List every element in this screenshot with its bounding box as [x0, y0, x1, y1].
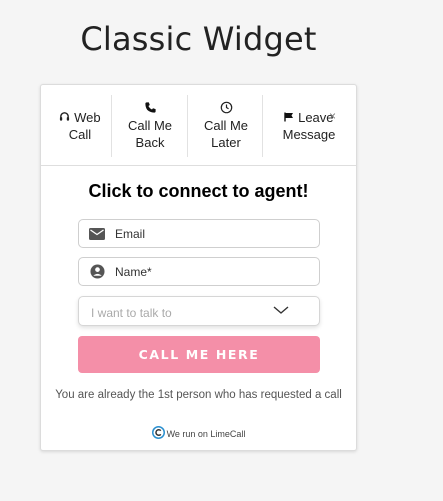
email-field-label: Email: [115, 226, 146, 241]
tab-call-me-later-label-2: Later: [211, 135, 241, 150]
headset-icon: [59, 110, 70, 126]
tab-call-me-back[interactable]: Call Me Back: [114, 95, 186, 157]
topic-select-placeholder: I want to talk to: [91, 306, 172, 320]
tab-call-me-later-label-1: Call Me: [203, 118, 249, 133]
queue-info-text: You are already the 1st person who has r…: [55, 389, 342, 401]
name-field[interactable]: Name*: [78, 257, 320, 286]
envelope-icon: [79, 227, 115, 240]
powered-by-link[interactable]: We run on LimeCall: [41, 426, 356, 441]
user-circle-icon: [79, 264, 115, 279]
widget-tabs: Web Call Call Me Back Call Me Later Leav…: [41, 85, 356, 166]
email-field[interactable]: Email: [78, 219, 320, 248]
chevron-down-icon: [273, 303, 289, 321]
powered-by-text: We run on LimeCall: [166, 428, 246, 439]
tab-web-call-label-1: Web: [59, 109, 101, 126]
tab-leave-message-label-1: Leave: [284, 109, 334, 126]
tab-divider: [262, 95, 263, 157]
name-field-label: Name*: [115, 264, 152, 279]
call-widget: Web Call Call Me Back Call Me Later Leav…: [40, 84, 357, 451]
limecall-logo-icon: [151, 426, 165, 441]
tab-call-me-later[interactable]: Call Me Later: [191, 95, 261, 157]
call-me-here-button[interactable]: CALL ME HERE: [78, 336, 320, 373]
tab-divider: [187, 95, 188, 157]
form-headline: Click to connect to agent!: [88, 181, 309, 201]
topic-select[interactable]: I want to talk to: [78, 296, 320, 326]
clock-icon: [220, 101, 233, 117]
tab-divider: [111, 95, 112, 157]
message-flag-icon: [284, 110, 294, 126]
tab-web-call-label-2: Call: [68, 127, 92, 142]
tab-leave-message-label-2: Message: [282, 127, 336, 142]
tab-leave-message[interactable]: Leave Message: [271, 95, 347, 157]
tab-call-me-back-label-2: Back: [135, 135, 165, 150]
phone-icon: [144, 101, 157, 117]
page-title: Classic Widget: [80, 20, 317, 58]
tab-web-call[interactable]: Web Call: [49, 95, 111, 157]
tab-call-me-back-label-1: Call Me: [127, 118, 173, 133]
close-icon[interactable]: ×: [329, 109, 336, 123]
